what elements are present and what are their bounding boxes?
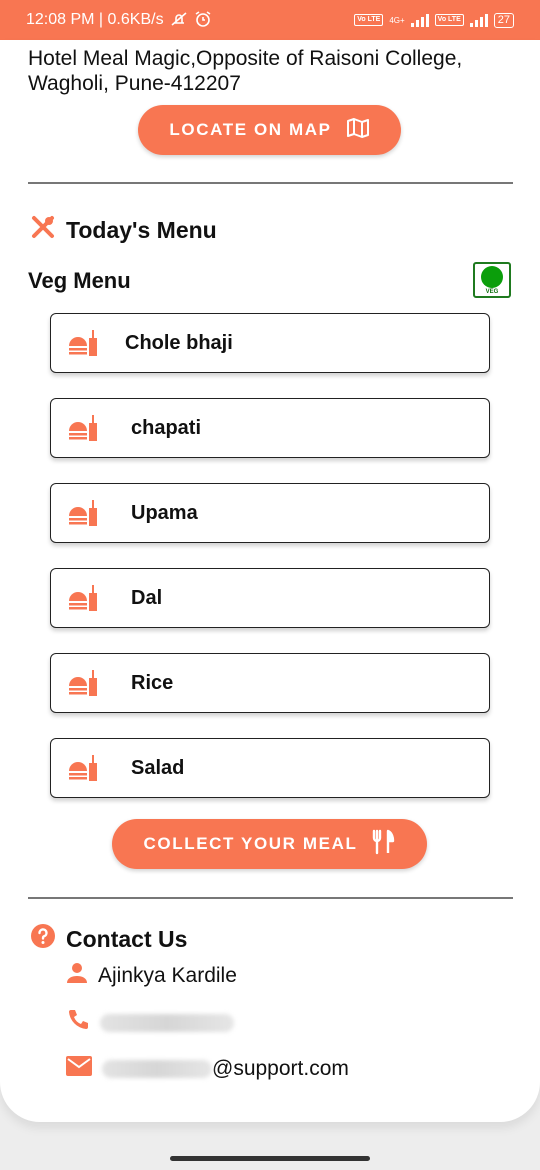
menu-item-label: Dal [131, 587, 163, 609]
locate-on-map-button[interactable]: LOCATE ON MAP [138, 105, 401, 155]
todays-menu-title: Today's Menu [66, 216, 217, 243]
contact-name-row: Ajinkya Kardile [66, 962, 237, 990]
todays-menu-heading: Today's Menu [30, 214, 217, 246]
contact-us-title: Contact Us [66, 925, 188, 952]
redacted-email-prefix [102, 1060, 212, 1078]
veg-badge-label: VEG [485, 288, 499, 295]
alarm-icon [194, 10, 212, 31]
volte-badge: Vo LTE [354, 14, 384, 26]
menu-item[interactable]: chapati [50, 398, 490, 458]
silent-icon [170, 11, 188, 30]
menu-item-label: Chole bhaji [125, 332, 233, 354]
menu-list: Chole bhaji chapati Upama Dal Rice Salad [50, 313, 490, 823]
signal-icon [410, 13, 429, 27]
battery-icon: 27 [493, 12, 514, 28]
status-time-speed: 12:08 PM | 0.6KB/s [26, 11, 164, 28]
help-icon [30, 923, 56, 955]
menu-item-label: Rice [131, 672, 174, 694]
email-suffix: @support.com [212, 1057, 349, 1080]
home-indicator[interactable] [170, 1156, 370, 1161]
contact-us-heading: Contact Us [30, 923, 187, 955]
person-icon [66, 962, 88, 990]
locate-on-map-label: LOCATE ON MAP [169, 120, 332, 139]
redacted-phone [100, 1014, 234, 1032]
signal-icon-2 [469, 13, 488, 27]
meal-icon [67, 753, 99, 790]
menu-item-label: Upama [131, 502, 198, 524]
status-bar: 12:08 PM | 0.6KB/s Vo LTE 4G+ Vo LTE 27 [0, 0, 540, 40]
divider [28, 897, 513, 899]
menu-item[interactable]: Salad [50, 738, 490, 798]
contact-phone-row[interactable] [66, 1008, 234, 1038]
menu-item[interactable]: Upama [50, 483, 490, 543]
menu-item[interactable]: Dal [50, 568, 490, 628]
mail-icon [66, 1056, 92, 1082]
menu-item-label: Salad [131, 757, 185, 779]
phone-icon [66, 1008, 90, 1038]
network-type: 4G+ [389, 15, 405, 25]
veg-menu-heading: Veg Menu [28, 268, 131, 293]
menu-item[interactable]: Rice [50, 653, 490, 713]
menu-item[interactable]: Chole bhaji [50, 313, 490, 373]
meal-icon [67, 583, 99, 620]
meal-icon [67, 498, 99, 535]
map-icon [346, 117, 370, 144]
menu-item-label: chapati [131, 417, 202, 439]
collect-meal-label: COLLECT YOUR MEAL [143, 834, 358, 853]
volte-badge-2: Vo LTE [434, 14, 464, 26]
fork-knife-icon [371, 829, 395, 860]
collect-meal-button[interactable]: COLLECT YOUR MEAL [112, 819, 427, 869]
meal-icon [67, 668, 99, 705]
contact-email-row[interactable]: @support.com [66, 1056, 349, 1082]
divider [28, 182, 513, 184]
veg-badge: VEG [473, 262, 511, 298]
meal-icon [67, 328, 99, 365]
restaurant-card: Hotel Meal Magic,Opposite of Raisoni Col… [0, 40, 540, 1122]
restaurant-address: Hotel Meal Magic,Opposite of Raisoni Col… [28, 47, 463, 95]
veg-dot-icon [481, 265, 503, 288]
contact-name: Ajinkya Kardile [98, 964, 237, 987]
utensils-cross-icon [30, 214, 56, 246]
meal-icon [67, 413, 99, 450]
